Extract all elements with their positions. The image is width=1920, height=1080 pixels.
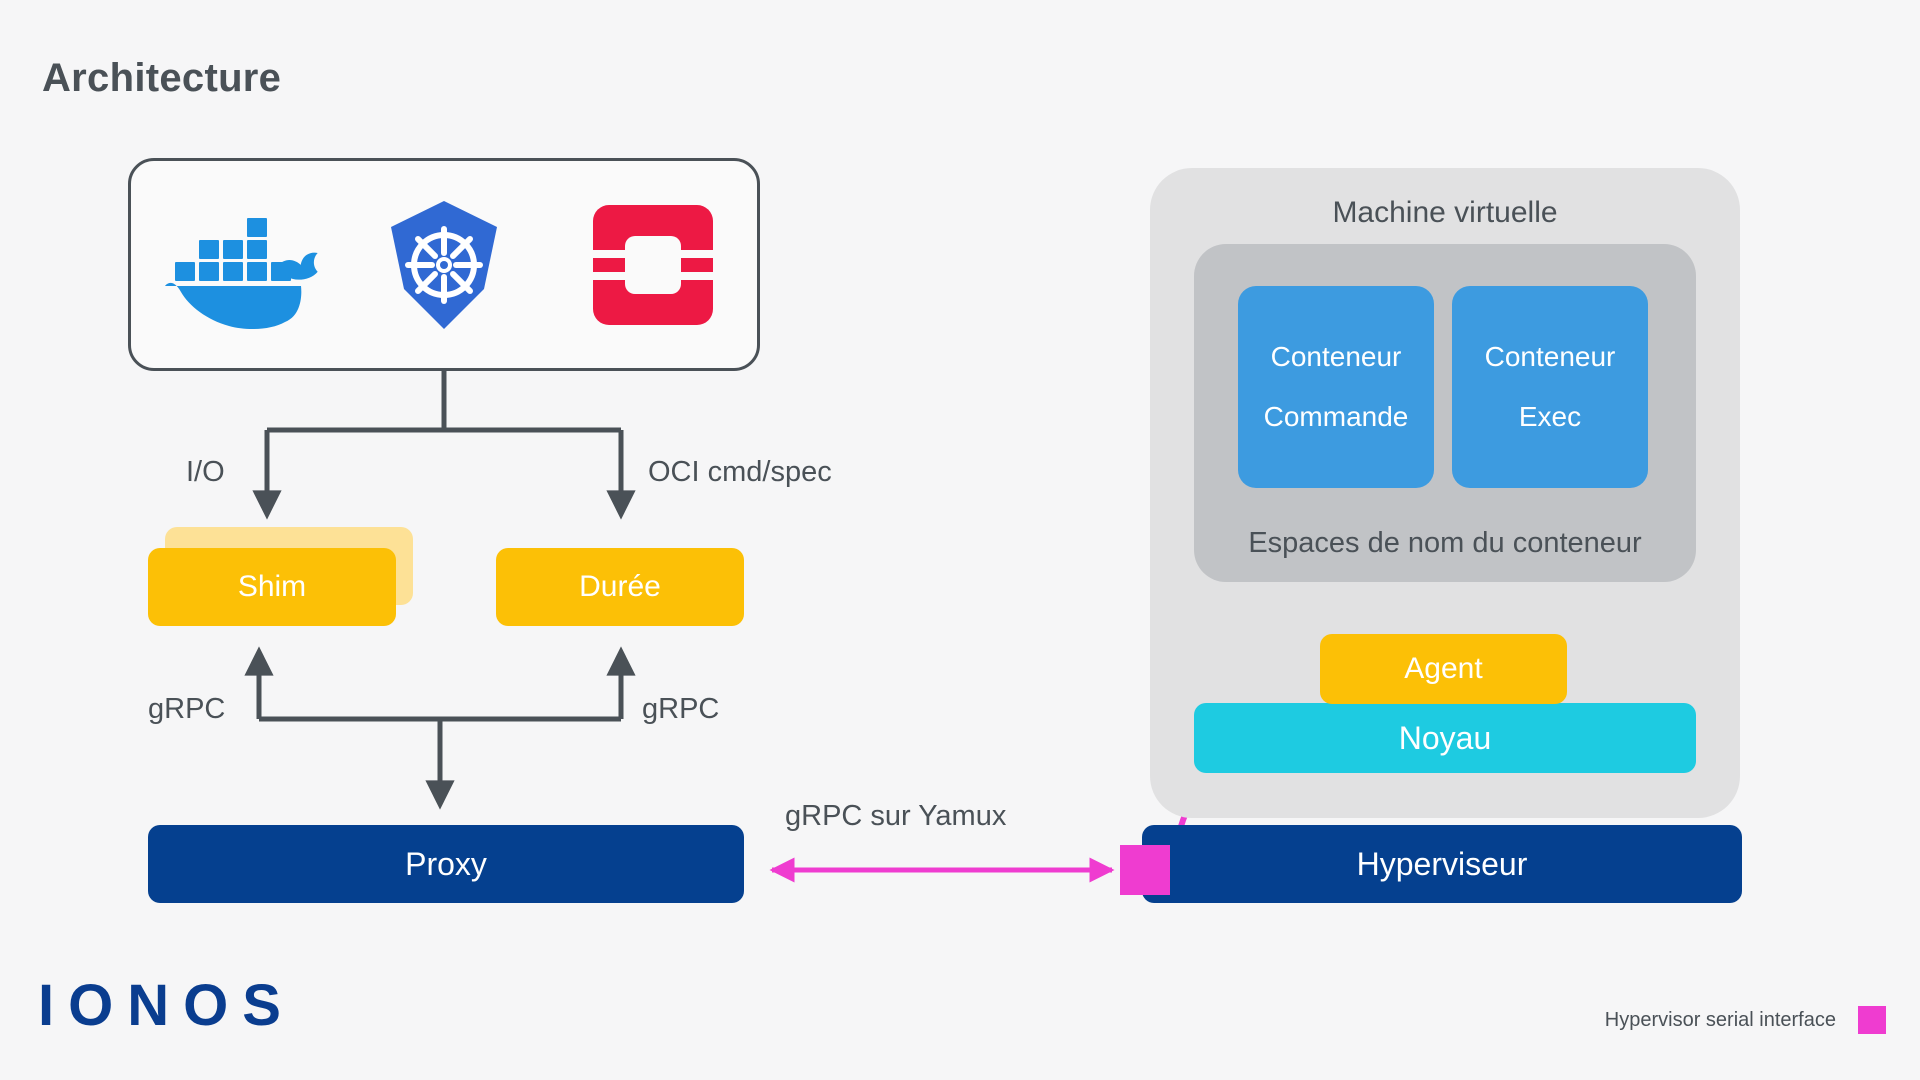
edge-label-yamux: gRPC sur Yamux (785, 800, 1007, 832)
legend-label: Hypervisor serial interface (1604, 1008, 1836, 1031)
hypervisor-serial-interface-marker (1120, 845, 1170, 895)
container-card-subtitle: Commande (1263, 401, 1409, 433)
container-card-title: Conteneur (1270, 340, 1402, 372)
noyau-node: Noyau (1194, 703, 1696, 773)
container-card-title: Conteneur (1484, 340, 1616, 372)
docker-logo (145, 190, 325, 340)
legend-swatch-magenta (1858, 1006, 1886, 1034)
container-namespaces-label: Espaces de nom du conteneur (1248, 527, 1642, 559)
legend: Hypervisor serial interface (1605, 1006, 1886, 1034)
shim-node: Shim (148, 548, 396, 626)
edge-label-oci: OCI cmd/spec (648, 456, 832, 488)
edge-label-grpc-left: gRPC (148, 693, 226, 725)
openstack-logo (563, 190, 743, 340)
duree-node: Durée (496, 548, 744, 626)
agent-node: Agent (1320, 634, 1567, 704)
hyperviseur-node: Hyperviseur (1142, 825, 1742, 903)
virtual-machine-title: Machine virtuelle (1332, 196, 1558, 229)
edge-label-io: I/O (186, 456, 225, 488)
container-card-commande: Conteneur Commande (1238, 286, 1434, 488)
container-card-exec: Conteneur Exec (1452, 286, 1648, 488)
runtimes-card (128, 158, 760, 371)
page-title: Architecture (42, 56, 282, 100)
edge-label-grpc-right: gRPC (642, 693, 720, 725)
ionos-logo: IONOS (38, 973, 295, 1038)
proxy-node: Proxy (148, 825, 744, 903)
container-card-subtitle: Exec (1518, 401, 1582, 433)
kubernetes-logo (354, 190, 534, 340)
